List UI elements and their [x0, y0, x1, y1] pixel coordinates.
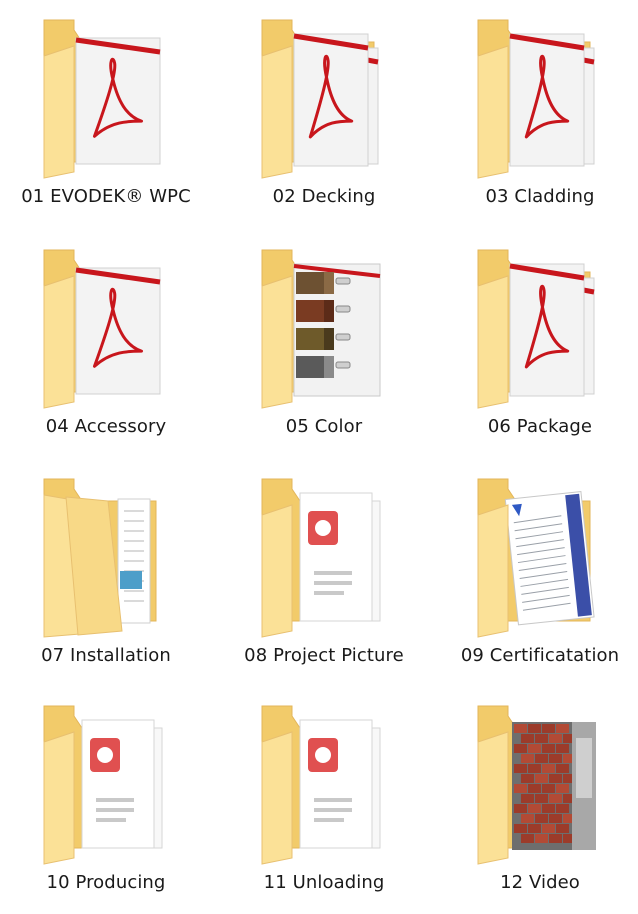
picture-folder-icon	[38, 698, 174, 868]
folder-item[interactable]: 06 Package	[434, 238, 638, 458]
folder-item[interactable]: 12 Video	[434, 694, 638, 914]
folder-item[interactable]: 10 Producing	[0, 694, 212, 914]
folder-label: 08 Project Picture	[244, 645, 404, 666]
pdf-folder-icon	[38, 12, 174, 182]
folder-label: 06 Package	[487, 416, 593, 437]
folder-label: 12 Video	[500, 872, 580, 893]
picture-folder-icon	[256, 698, 392, 868]
folder-label: 02 Decking	[272, 186, 376, 207]
folder-item[interactable]: 11 Unloading	[218, 694, 430, 914]
folder-item[interactable]: 08 Project Picture	[218, 467, 430, 687]
folder-label: 07 Installation	[41, 645, 171, 666]
folder-item[interactable]: 02 Decking	[218, 8, 430, 228]
folder-item[interactable]: 03 Cladding	[434, 8, 638, 228]
folder-label: 10 Producing	[46, 872, 166, 893]
folder-label: 09 Certificatation	[460, 645, 620, 666]
folder-item[interactable]: 07 Installation	[0, 467, 212, 687]
folder-grid: 01 EVODEK® WPC 02 Decking 03 Cladding 04…	[0, 0, 638, 894]
pdf-folder-icon	[256, 12, 392, 182]
folder-label: 05 Color	[285, 416, 363, 437]
folder-label: 03 Cladding	[485, 186, 595, 207]
folder-item[interactable]: 04 Accessory	[0, 238, 212, 458]
color-swatch-folder-icon	[256, 242, 392, 412]
document-folder-icon	[38, 471, 174, 641]
video-folder-icon	[472, 698, 608, 868]
folder-item[interactable]: 01 EVODEK® WPC	[0, 8, 212, 228]
picture-folder-icon	[256, 471, 392, 641]
folder-item[interactable]: 05 Color	[218, 238, 430, 458]
pdf-folder-icon	[472, 242, 608, 412]
folder-label: 11 Unloading	[263, 872, 385, 893]
pdf-folder-icon	[472, 12, 608, 182]
folder-label: 01 EVODEK® WPC	[21, 186, 191, 207]
certificate-folder-icon	[472, 471, 608, 641]
folder-label: 04 Accessory	[45, 416, 167, 437]
folder-item[interactable]: 09 Certificatation	[434, 467, 638, 687]
pdf-folder-icon	[38, 242, 174, 412]
